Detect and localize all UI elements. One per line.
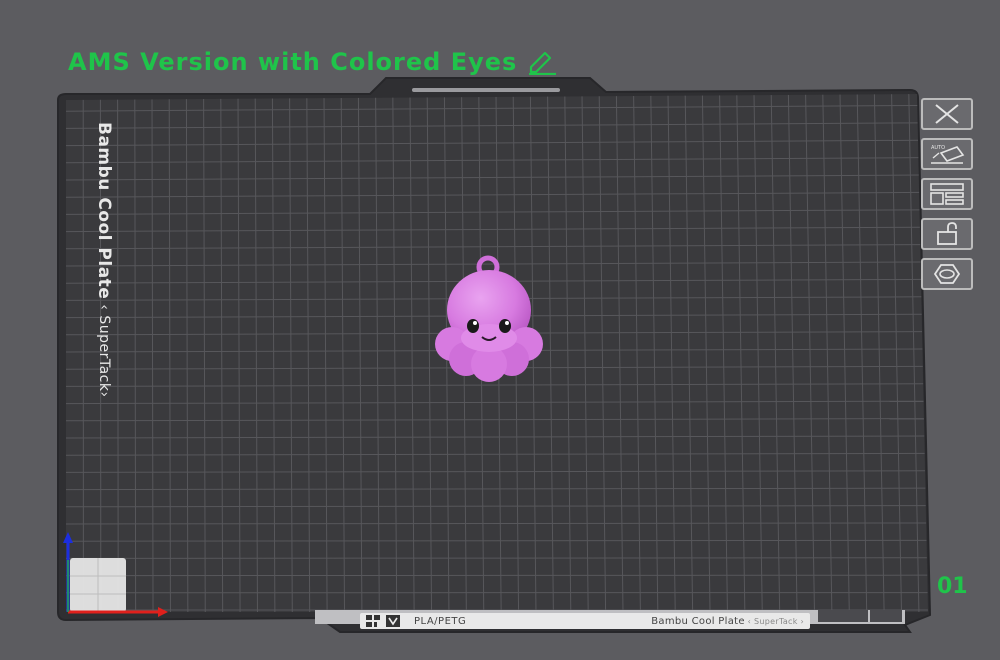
plate-type-label: Bambu Cool Plate ‹ SuperTack› xyxy=(94,122,114,398)
hex-settings-icon xyxy=(933,264,961,284)
plate-name-subtext: ‹ SuperTack › xyxy=(744,616,804,626)
arrange-icon xyxy=(930,183,964,205)
edit-pencil-icon[interactable] xyxy=(527,49,557,76)
plate-title-text: AMS Version with Colored Eyes xyxy=(68,48,518,76)
auto-orient-icon: AUTO xyxy=(931,145,965,164)
build-plate-scene[interactable] xyxy=(0,0,1000,660)
logo-icon xyxy=(386,615,400,627)
svg-text:AUTO: AUTO xyxy=(931,145,945,151)
filament-type-label: PLA/PETG xyxy=(414,615,467,627)
plate-type-subtext: ‹ SuperTack› xyxy=(96,299,112,398)
plate-number[interactable]: 01 xyxy=(937,574,968,599)
qr-icon xyxy=(366,615,380,627)
plate-title: AMS Version with Colored Eyes xyxy=(68,48,557,76)
lock-plate-button[interactable] xyxy=(921,218,973,250)
plate-handle xyxy=(412,88,560,92)
plate-type-text: Bambu Cool Plate xyxy=(94,122,114,300)
plate-name-label: Bambu Cool Plate ‹ SuperTack › xyxy=(651,616,804,627)
close-plate-button[interactable] xyxy=(921,98,973,130)
plate-info-bar: PLA/PETG Bambu Cool Plate ‹ SuperTack › xyxy=(360,613,810,629)
auto-orient-button[interactable]: AUTO xyxy=(921,138,973,170)
plate-name-text: Bambu Cool Plate xyxy=(651,615,745,627)
grid-line xyxy=(66,557,928,559)
plate-toolbar: AUTO xyxy=(921,98,977,290)
unlock-icon xyxy=(937,222,957,245)
arrange-button[interactable] xyxy=(921,178,973,210)
grid-line xyxy=(117,94,119,612)
plate-settings-button[interactable] xyxy=(921,258,973,290)
close-icon xyxy=(935,104,959,124)
